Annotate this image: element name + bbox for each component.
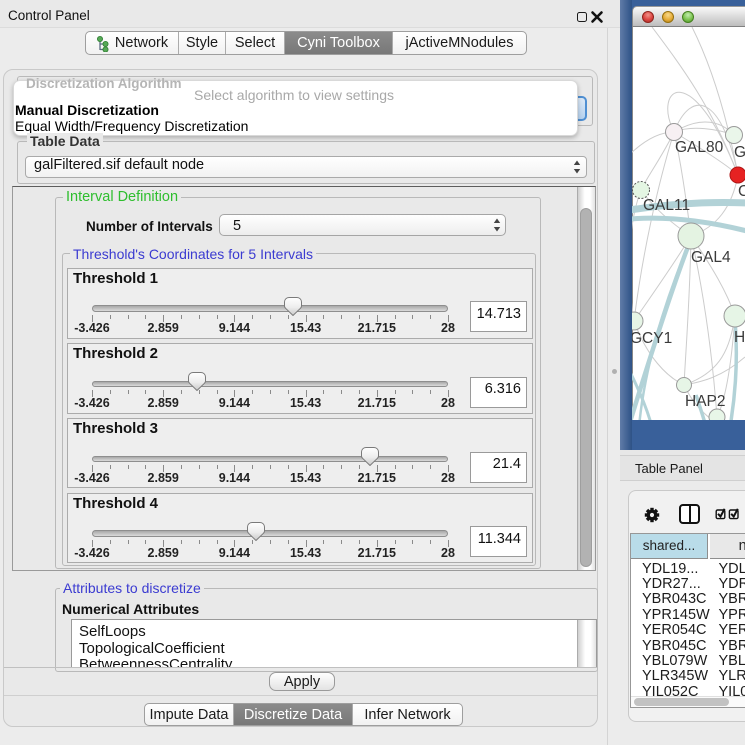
svg-text:GAL80: GAL80 (675, 139, 724, 156)
svg-text:GAL11: GAL11 (643, 197, 690, 214)
svg-text:H: H (734, 329, 745, 346)
svg-text:HAP2: HAP2 (685, 393, 726, 410)
svg-text:GAL4: GAL4 (691, 249, 731, 266)
svg-text:GCY1: GCY1 (632, 330, 672, 347)
svg-text:GA: GA (734, 144, 745, 161)
svg-text:C: C (738, 183, 745, 200)
